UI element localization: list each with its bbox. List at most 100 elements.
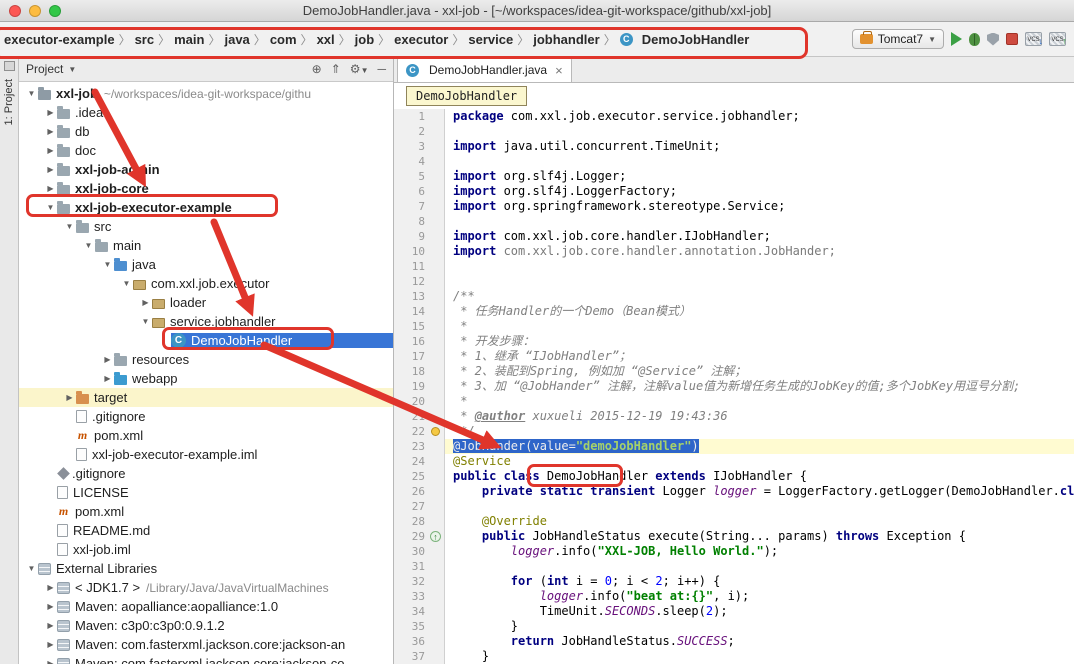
package-icon [152,318,165,328]
breadcrumb-chip[interactable]: DemoJobHandler [406,86,527,106]
tree-item-xxl-job-executor-example[interactable]: ▼xxl-job-executor-example [19,198,393,217]
line-number: 31 [394,559,429,574]
collapsed-arrow-icon[interactable]: ▶ [44,108,57,117]
tree-item-.gitignore[interactable]: .gitignore [19,464,393,483]
collapsed-arrow-icon[interactable]: ▶ [44,184,57,193]
run-button[interactable] [951,32,962,46]
tree-item-demojobhandler[interactable]: CDemoJobHandler [19,331,393,350]
file-icon [57,486,68,499]
tree-item-readme.md[interactable]: README.md [19,521,393,540]
breadcrumb-item-com[interactable]: com [268,31,299,48]
expanded-arrow-icon[interactable]: ▼ [139,317,152,326]
tree-item-maven-aopalliance-aopalliance-1.0[interactable]: ▶Maven: aopalliance:aopalliance:1.0 [19,597,393,616]
override-marker-icon[interactable]: ↑ [430,531,441,542]
tree-item-maven-com.fasterxml.jackson.core-jackson-an[interactable]: ▶Maven: com.fasterxml.jackson.core:jacks… [19,635,393,654]
coverage-button[interactable] [987,33,999,46]
collapsed-arrow-icon[interactable]: ▶ [44,146,57,155]
tree-item-xxl-job-executor-example.iml[interactable]: xxl-job-executor-example.iml [19,445,393,464]
tree-item--jdk1.7-[interactable]: ▶< JDK1.7 >/Library/Java/JavaVirtualMach… [19,578,393,597]
tree-item-resources[interactable]: ▶resources [19,350,393,369]
line-number: 22 [394,424,429,439]
project-view-select[interactable]: Project ▼ [26,62,76,76]
tree-item-.idea[interactable]: ▶.idea [19,103,393,122]
breadcrumb-item-service[interactable]: service [466,31,515,48]
code-area[interactable]: 1package com.xxl.job.executor.service.jo… [394,109,1074,664]
collapsed-arrow-icon[interactable]: ▶ [44,583,57,592]
tree-item-db[interactable]: ▶db [19,122,393,141]
tree-item-xxl-job-core[interactable]: ▶xxl-job-core [19,179,393,198]
breadcrumb-separator-icon: 〉 [339,31,351,48]
collapsed-arrow-icon[interactable]: ▶ [139,298,152,307]
breadcrumb-item-main[interactable]: main [172,31,206,48]
tree-item-xxl-job.iml[interactable]: xxl-job.iml [19,540,393,559]
tree-item-license[interactable]: LICENSE [19,483,393,502]
line-number: 14 [394,304,429,319]
locate-icon[interactable]: ⊕ [312,62,322,76]
zoom-window-button[interactable] [49,5,61,17]
tool-window-icon[interactable] [4,61,15,71]
tree-item-external-libraries[interactable]: ▼External Libraries [19,559,393,578]
collapsed-arrow-icon[interactable]: ▶ [44,165,57,174]
tree-item-pom.xml[interactable]: mpom.xml [19,426,393,445]
title-bar: DemoJobHandler.java - xxl-job - [~/works… [0,0,1074,22]
editor-tab[interactable]: C DemoJobHandler.java × [397,57,572,82]
tree-item-src[interactable]: ▼src [19,217,393,236]
expanded-arrow-icon[interactable]: ▼ [63,222,76,231]
tree-item-doc[interactable]: ▶doc [19,141,393,160]
tree-item-xxl-job-admin[interactable]: ▶xxl-job-admin [19,160,393,179]
tree-item-maven-c3p0-c3p0-0.9.1.2[interactable]: ▶Maven: c3p0:c3p0:0.9.1.2 [19,616,393,635]
close-window-button[interactable] [9,5,21,17]
breadcrumb-item-executor[interactable]: executor [392,31,450,48]
tree-item-loader[interactable]: ▶loader [19,293,393,312]
run-config-select[interactable]: Tomcat7 ▼ [852,29,944,49]
breadcrumb-item-src[interactable]: src [133,31,157,48]
expanded-arrow-icon[interactable]: ▼ [120,279,133,288]
line-number: 15 [394,319,429,334]
tree-item-maven-com.fasterxml.jackson.core-jackson-co[interactable]: ▶Maven: com.fasterxml.jackson.core:jacks… [19,654,393,664]
minimize-window-button[interactable] [29,5,41,17]
tree-item-com.xxl.job.executor[interactable]: ▼com.xxl.job.executor [19,274,393,293]
breadcrumb-item-job[interactable]: job [353,31,377,48]
collapse-all-icon[interactable]: ⇑ [331,62,341,76]
tree-item-.gitignore[interactable]: .gitignore [19,407,393,426]
collapsed-arrow-icon[interactable]: ▶ [101,355,114,364]
vcs-commit-button[interactable]: VCS↑ [1049,32,1066,46]
project-stripe-button[interactable]: 1: Project [3,79,15,125]
collapsed-arrow-icon[interactable]: ▶ [63,393,76,402]
breadcrumb-item-xxl[interactable]: xxl [315,31,337,48]
vcs-update-button[interactable]: VCS↓ [1025,32,1042,46]
breadcrumb-item-java[interactable]: java [222,31,251,48]
intention-bulb-icon[interactable] [431,427,440,436]
expanded-arrow-icon[interactable]: ▼ [25,564,38,573]
breadcrumb-item-demojobhandler[interactable]: CDemoJobHandler [618,31,752,48]
close-tab-icon[interactable]: × [555,64,563,77]
breadcrumb-item-executor-example[interactable]: executor-example [2,31,117,48]
collapsed-arrow-icon[interactable]: ▶ [44,602,57,611]
line-number: 33 [394,589,429,604]
stop-button[interactable] [1006,33,1018,45]
breadcrumb-item-jobhandler[interactable]: jobhandler [531,31,601,48]
expanded-arrow-icon[interactable]: ▼ [25,89,38,98]
line-number: 7 [394,199,429,214]
tree-item-main[interactable]: ▼main [19,236,393,255]
breadcrumb-separator-icon: 〉 [452,31,464,48]
debug-button[interactable] [969,33,980,46]
collapsed-arrow-icon[interactable]: ▶ [44,127,57,136]
collapsed-arrow-icon[interactable]: ▶ [101,374,114,383]
tree-item-java[interactable]: ▼java [19,255,393,274]
tree-item-pom.xml[interactable]: mpom.xml [19,502,393,521]
line-number: 16 [394,334,429,349]
collapsed-arrow-icon[interactable]: ▶ [44,659,57,664]
collapsed-arrow-icon[interactable]: ▶ [44,640,57,649]
collapsed-arrow-icon[interactable]: ▶ [44,621,57,630]
hide-panel-icon[interactable]: ─ [377,62,386,76]
tree-item-target[interactable]: ▶target [19,388,393,407]
expanded-arrow-icon[interactable]: ▼ [101,260,114,269]
tree-item-xxl-job[interactable]: ▼xxl-job~/workspaces/idea-git-workspace/… [19,84,393,103]
expanded-arrow-icon[interactable]: ▼ [44,203,57,212]
tree-item-service.jobhandler[interactable]: ▼service.jobhandler [19,312,393,331]
tree-item-webapp[interactable]: ▶webapp [19,369,393,388]
gear-icon[interactable]: ⚙▼ [350,62,369,76]
code-line-10: 10import com.xxl.job.core.handler.annota… [394,244,1074,259]
expanded-arrow-icon[interactable]: ▼ [82,241,95,250]
